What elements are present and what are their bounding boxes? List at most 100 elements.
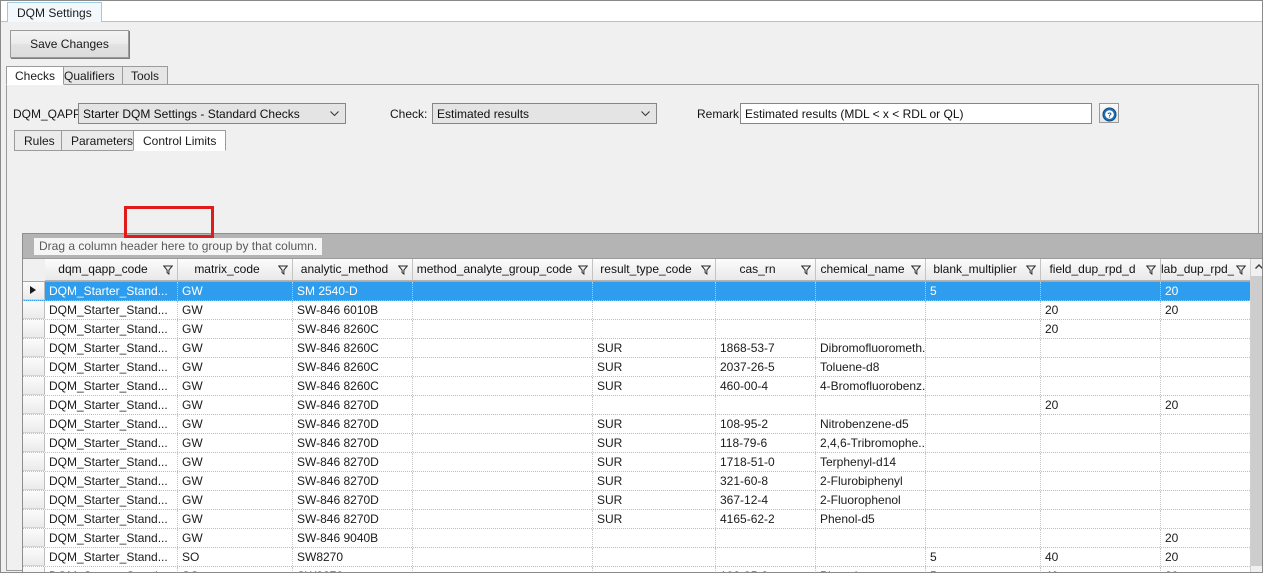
- cell-field_dup_rpd_d[interactable]: [1041, 377, 1161, 395]
- cell-dqm_qapp_code[interactable]: DQM_Starter_Stand...: [45, 396, 178, 414]
- column-header-method_analyte_group_code[interactable]: method_analyte_group_code: [413, 259, 593, 281]
- cell-blank_multiplier[interactable]: [926, 358, 1041, 376]
- cell-matrix_code[interactable]: GW: [178, 491, 293, 509]
- row-indicator[interactable]: [23, 396, 45, 414]
- cell-dqm_qapp_code[interactable]: DQM_Starter_Stand...: [45, 301, 178, 319]
- cell-chemical_name[interactable]: Phenol: [816, 567, 926, 572]
- cell-method_analyte_group_code[interactable]: [413, 491, 593, 509]
- cell-field_dup_rpd_d[interactable]: [1041, 282, 1161, 300]
- cell-analytic_method[interactable]: SW-846 8270D: [293, 491, 413, 509]
- tab-control-limits[interactable]: Control Limits: [133, 130, 227, 151]
- cell-method_analyte_group_code[interactable]: [413, 377, 593, 395]
- cell-method_analyte_group_code[interactable]: [413, 339, 593, 357]
- cell-method_analyte_group_code[interactable]: [413, 529, 593, 547]
- cell-result_type_code[interactable]: [593, 396, 716, 414]
- cell-result_type_code[interactable]: SUR: [593, 339, 716, 357]
- column-header-lab_dup_rpd_cl[interactable]: lab_dup_rpd_cl: [1161, 259, 1251, 281]
- cell-analytic_method[interactable]: SW-846 8270D: [293, 396, 413, 414]
- cell-lab_dup_rpd_cl[interactable]: 20: [1161, 548, 1251, 566]
- cell-field_dup_rpd_d[interactable]: [1041, 453, 1161, 471]
- cell-method_analyte_group_code[interactable]: [413, 301, 593, 319]
- table-row[interactable]: DQM_Starter_Stand... GW SW-846 8270D SUR 416…: [23, 510, 1262, 529]
- cell-lab_dup_rpd_cl[interactable]: 20: [1161, 282, 1251, 300]
- cell-lab_dup_rpd_cl[interactable]: 20: [1161, 301, 1251, 319]
- cell-matrix_code[interactable]: GW: [178, 301, 293, 319]
- cell-lab_dup_rpd_cl[interactable]: [1161, 320, 1251, 338]
- cell-method_analyte_group_code[interactable]: [413, 510, 593, 528]
- cell-blank_multiplier[interactable]: [926, 434, 1041, 452]
- cell-field_dup_rpd_d[interactable]: 40: [1041, 567, 1161, 572]
- cell-cas_rn[interactable]: 1718-51-0: [716, 453, 816, 471]
- column-header-cas_rn[interactable]: cas_rn: [716, 259, 816, 281]
- cell-matrix_code[interactable]: GW: [178, 377, 293, 395]
- cell-cas_rn[interactable]: [716, 396, 816, 414]
- column-header-matrix_code[interactable]: matrix_code: [178, 259, 293, 281]
- row-indicator[interactable]: [23, 377, 45, 395]
- save-changes-button[interactable]: Save Changes: [10, 30, 129, 58]
- cell-lab_dup_rpd_cl[interactable]: [1161, 434, 1251, 452]
- cell-result_type_code[interactable]: [593, 567, 716, 572]
- cell-result_type_code[interactable]: [593, 282, 716, 300]
- cell-field_dup_rpd_d[interactable]: [1041, 358, 1161, 376]
- cell-dqm_qapp_code[interactable]: DQM_Starter_Stand...: [45, 358, 178, 376]
- cell-method_analyte_group_code[interactable]: [413, 472, 593, 490]
- help-button[interactable]: ?: [1099, 103, 1119, 123]
- cell-method_analyte_group_code[interactable]: [413, 396, 593, 414]
- check-select[interactable]: Estimated results: [432, 103, 657, 124]
- cell-result_type_code[interactable]: SUR: [593, 434, 716, 452]
- cell-chemical_name[interactable]: [816, 529, 926, 547]
- cell-cas_rn[interactable]: 2037-26-5: [716, 358, 816, 376]
- tab-checks[interactable]: Checks: [6, 66, 65, 85]
- cell-matrix_code[interactable]: GW: [178, 339, 293, 357]
- cell-cas_rn[interactable]: 4165-62-2: [716, 510, 816, 528]
- remark-input[interactable]: Estimated results (MDL < x < RDL or QL): [740, 103, 1092, 124]
- table-row[interactable]: DQM_Starter_Stand... GW SW-846 8270D SUR 171…: [23, 453, 1262, 472]
- row-indicator[interactable]: [23, 301, 45, 319]
- cell-analytic_method[interactable]: SW-846 8270D: [293, 510, 413, 528]
- group-by-bar[interactable]: Drag a column header here to group by th…: [23, 234, 1262, 259]
- cell-blank_multiplier[interactable]: [926, 510, 1041, 528]
- cell-field_dup_rpd_d[interactable]: 20: [1041, 301, 1161, 319]
- cell-blank_multiplier[interactable]: [926, 453, 1041, 471]
- cell-chemical_name[interactable]: 4-Bromofluorobenz...: [816, 377, 926, 395]
- cell-field_dup_rpd_d[interactable]: 20: [1041, 396, 1161, 414]
- cell-cas_rn[interactable]: 367-12-4: [716, 491, 816, 509]
- tab-tools[interactable]: Tools: [122, 66, 169, 85]
- cell-field_dup_rpd_d[interactable]: 40: [1041, 548, 1161, 566]
- cell-matrix_code[interactable]: SO: [178, 567, 293, 572]
- cell-analytic_method[interactable]: SW-846 6010B: [293, 301, 413, 319]
- cell-matrix_code[interactable]: GW: [178, 529, 293, 547]
- table-row[interactable]: DQM_Starter_Stand... GW SW-846 8270D SUR 321…: [23, 472, 1262, 491]
- tab-rules[interactable]: Rules: [14, 130, 65, 151]
- cell-result_type_code[interactable]: [593, 320, 716, 338]
- cell-result_type_code[interactable]: SUR: [593, 377, 716, 395]
- dqm-qapp-select[interactable]: Starter DQM Settings - Standard Checks: [78, 103, 346, 124]
- cell-chemical_name[interactable]: 2-Fluorophenol: [816, 491, 926, 509]
- cell-chemical_name[interactable]: [816, 396, 926, 414]
- cell-blank_multiplier[interactable]: [926, 396, 1041, 414]
- cell-lab_dup_rpd_cl[interactable]: 20: [1161, 529, 1251, 547]
- cell-field_dup_rpd_d[interactable]: [1041, 510, 1161, 528]
- cell-chemical_name[interactable]: [816, 301, 926, 319]
- cell-method_analyte_group_code[interactable]: [413, 567, 593, 572]
- table-row[interactable]: DQM_Starter_Stand... GW SW-846 8270D SUR 367…: [23, 491, 1262, 510]
- cell-method_analyte_group_code[interactable]: [413, 358, 593, 376]
- cell-blank_multiplier[interactable]: [926, 320, 1041, 338]
- cell-chemical_name[interactable]: Toluene-d8: [816, 358, 926, 376]
- cell-lab_dup_rpd_cl[interactable]: [1161, 491, 1251, 509]
- cell-field_dup_rpd_d[interactable]: [1041, 434, 1161, 452]
- column-header-result_type_code[interactable]: result_type_code: [593, 259, 716, 281]
- cell-method_analyte_group_code[interactable]: [413, 453, 593, 471]
- cell-blank_multiplier[interactable]: [926, 301, 1041, 319]
- cell-analytic_method[interactable]: SW-846 8270D: [293, 434, 413, 452]
- cell-cas_rn[interactable]: [716, 548, 816, 566]
- table-row[interactable]: DQM_Starter_Stand... GW SW-846 8260C SUR 186…: [23, 339, 1262, 358]
- cell-analytic_method[interactable]: SW8270: [293, 567, 413, 572]
- cell-blank_multiplier[interactable]: [926, 415, 1041, 433]
- row-indicator[interactable]: [23, 548, 45, 566]
- cell-matrix_code[interactable]: GW: [178, 415, 293, 433]
- cell-chemical_name[interactable]: 2,4,6-Tribromophe...: [816, 434, 926, 452]
- cell-lab_dup_rpd_cl[interactable]: [1161, 358, 1251, 376]
- cell-method_analyte_group_code[interactable]: [413, 282, 593, 300]
- cell-dqm_qapp_code[interactable]: DQM_Starter_Stand...: [45, 453, 178, 471]
